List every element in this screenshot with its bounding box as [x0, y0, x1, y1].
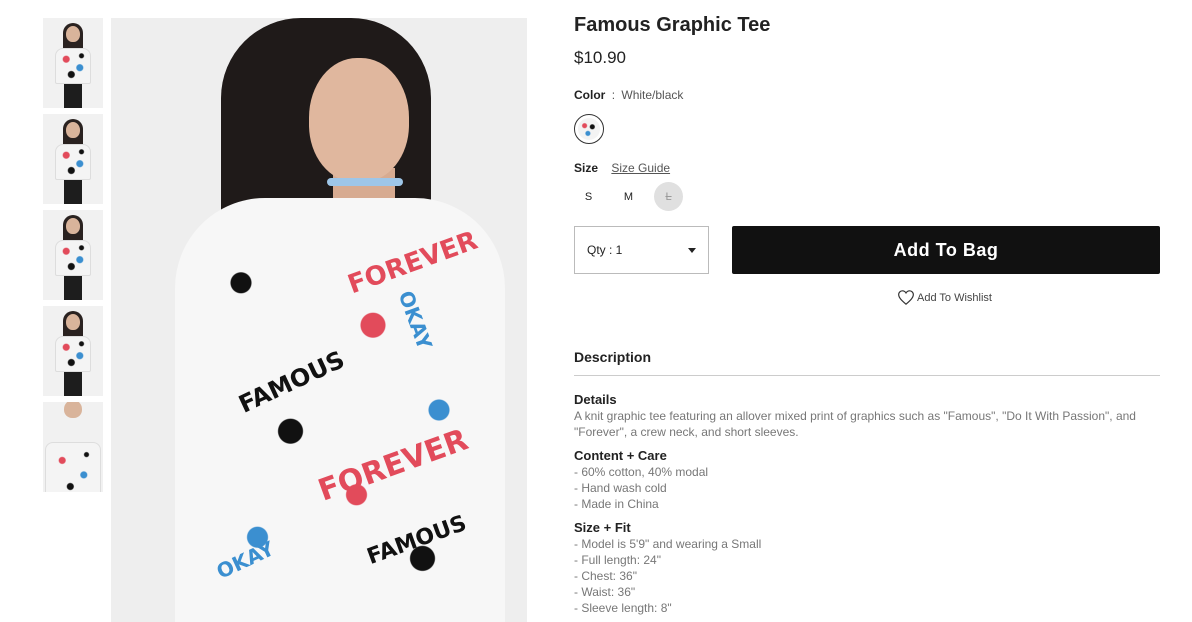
wishlist-label: Add To Wishlist — [917, 291, 992, 304]
chevron-down-icon — [688, 247, 696, 253]
content-line: - Hand wash cold — [574, 481, 667, 495]
thumb-tee — [55, 240, 91, 276]
tee-print-word: FAMOUS — [234, 345, 349, 419]
tee-print-word: FAMOUS — [363, 510, 470, 571]
thumb-head — [66, 122, 80, 138]
thumb-head — [64, 402, 82, 418]
thumb-legs — [64, 180, 82, 204]
details-title: Details — [574, 392, 617, 407]
quantity-select[interactable]: Qty : 1 — [574, 226, 709, 274]
model-choker — [327, 178, 403, 186]
thumb-legs — [64, 276, 82, 300]
product-title: Famous Graphic Tee — [574, 14, 771, 36]
thumbnail-1[interactable] — [43, 18, 103, 108]
details-text: A knit graphic tee featuring an allover … — [574, 409, 1136, 439]
main-product-image[interactable]: FOREVER OKAY FAMOUS FOREVER FAMOUS OKAY — [111, 18, 527, 622]
content-line: - 60% cotton, 40% modal — [574, 465, 709, 479]
add-to-bag-button[interactable]: Add To Bag — [732, 226, 1160, 274]
size-guide-link[interactable]: Size Guide — [611, 161, 670, 175]
thumbnail-list — [43, 18, 103, 498]
thumb-head — [66, 26, 80, 42]
thumb-tee — [55, 336, 91, 372]
fit-line: - Sleeve length: 8" — [574, 601, 672, 615]
model-face — [309, 58, 409, 182]
thumb-tee — [55, 48, 91, 84]
thumb-tee — [45, 442, 101, 492]
color-label: Color — [574, 88, 606, 102]
thumbnail-5[interactable] — [43, 402, 103, 492]
tee-print-word: OKAY — [393, 287, 437, 353]
content-care-title: Content + Care — [574, 448, 667, 463]
heart-icon — [898, 290, 914, 305]
color-swatch-white-black[interactable] — [574, 114, 604, 144]
product-price: $10.90 — [574, 48, 626, 67]
size-options: S M L — [574, 182, 1160, 211]
thumb-tee — [55, 144, 91, 180]
add-to-wishlist-link[interactable]: Add To Wishlist — [898, 290, 1160, 305]
thumb-legs — [64, 84, 82, 108]
size-row: Size Size Guide — [574, 160, 1160, 176]
tee-print-word: FOREVER — [313, 422, 473, 509]
color-row: Color : White/black — [574, 87, 1160, 103]
size-option-m[interactable]: M — [614, 182, 643, 211]
content-line: - Made in China — [574, 497, 659, 511]
thumb-legs — [64, 372, 82, 396]
swatch-pattern — [578, 118, 600, 140]
size-label: Size — [574, 161, 599, 175]
thumb-head — [66, 314, 80, 330]
thumbnail-4[interactable] — [43, 306, 103, 396]
tee-print-word: OKAY — [212, 536, 278, 584]
fit-line: - Full length: 24" — [574, 553, 661, 567]
product-details: Famous Graphic Tee $10.90 Color : White/… — [574, 12, 1160, 616]
fit-line: - Waist: 36" — [574, 585, 636, 599]
fit-line: - Model is 5'9" and wearing a Small — [574, 537, 762, 551]
graphic-tee: FOREVER OKAY FAMOUS FOREVER FAMOUS OKAY — [175, 198, 505, 622]
size-option-s[interactable]: S — [574, 182, 603, 211]
thumbnail-2[interactable] — [43, 114, 103, 204]
description-heading[interactable]: Description — [574, 349, 1160, 376]
color-separator: : — [611, 88, 616, 102]
thumb-head — [66, 218, 80, 234]
purchase-row: Qty : 1 Add To Bag — [574, 226, 1160, 274]
size-option-l[interactable]: L — [654, 182, 683, 211]
thumbnail-3[interactable] — [43, 210, 103, 300]
color-value: White/black — [621, 88, 684, 102]
quantity-label: Qty : 1 — [587, 243, 623, 257]
size-fit-title: Size + Fit — [574, 520, 631, 535]
fit-line: - Chest: 36" — [574, 569, 637, 583]
